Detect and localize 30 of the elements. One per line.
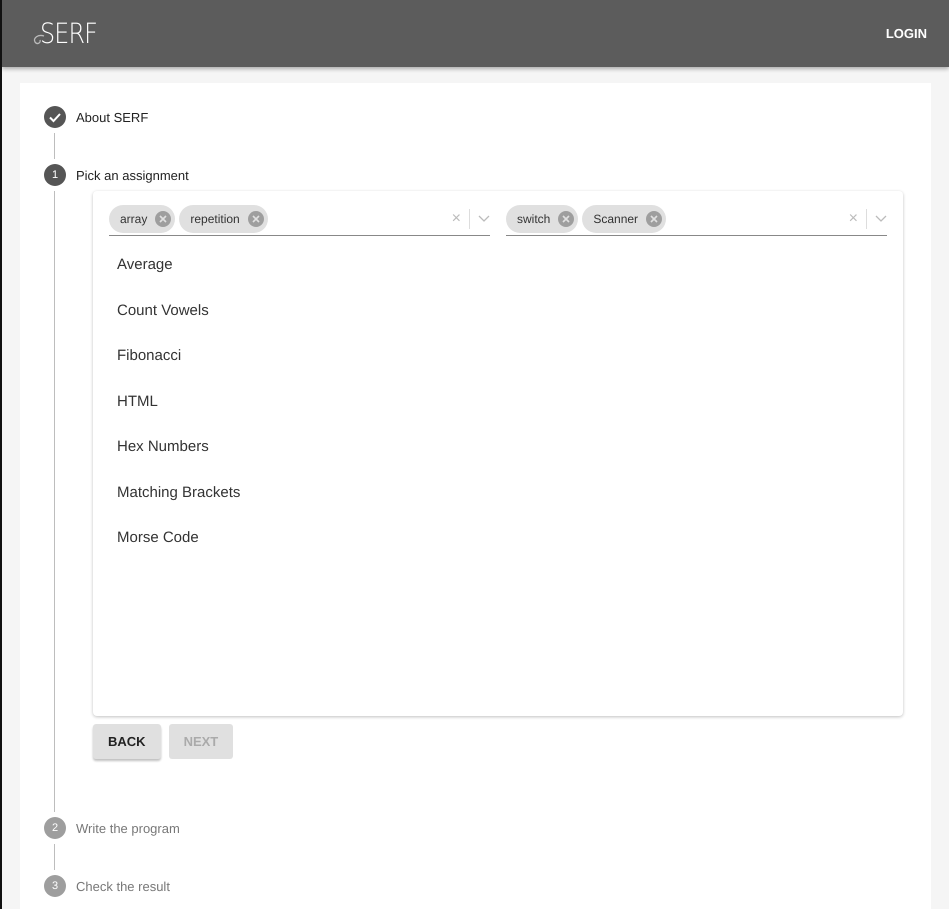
- step-label: Pick an assignment: [76, 168, 189, 182]
- assignment-item[interactable]: Count Vowels: [109, 288, 887, 333]
- assignment-item[interactable]: Matching Brackets: [109, 470, 887, 515]
- step-label: About SERF: [76, 110, 148, 124]
- chevron-down-icon[interactable]: [875, 215, 887, 223]
- tag-chip[interactable]: repetition: [179, 205, 268, 233]
- check-circle-icon: [44, 106, 66, 128]
- remove-icon[interactable]: [155, 211, 172, 227]
- assignment-item[interactable]: Average: [109, 242, 887, 288]
- assignment-item[interactable]: HTML: [109, 378, 887, 424]
- app-logo[interactable]: SERF: [40, 17, 97, 50]
- tag-select-field[interactable]: array repetition ×: [109, 203, 490, 236]
- chevron-down-icon[interactable]: [478, 215, 490, 223]
- remove-icon[interactable]: [558, 211, 574, 227]
- assignment-item[interactable]: Fibonacci: [109, 333, 887, 378]
- step-number: 2: [44, 817, 66, 839]
- assignment-item[interactable]: Hex Numbers: [109, 424, 887, 470]
- step-label: Write the program: [76, 820, 180, 836]
- tag-chip[interactable]: array: [109, 205, 176, 233]
- step-label: Check the result: [76, 878, 170, 894]
- tag-chip[interactable]: switch: [506, 205, 578, 233]
- tag-select-field[interactable]: switch Scanner ×: [506, 203, 887, 236]
- remove-icon[interactable]: [646, 211, 662, 227]
- step-number: 1: [44, 164, 66, 186]
- assignment-item[interactable]: Morse Code: [109, 515, 887, 560]
- back-button[interactable]: BACK: [93, 724, 161, 759]
- remove-icon[interactable]: [248, 211, 264, 227]
- login-button[interactable]: LOGIN: [878, 20, 935, 47]
- tag-chip[interactable]: Scanner: [582, 205, 666, 233]
- step-number: 3: [44, 875, 66, 897]
